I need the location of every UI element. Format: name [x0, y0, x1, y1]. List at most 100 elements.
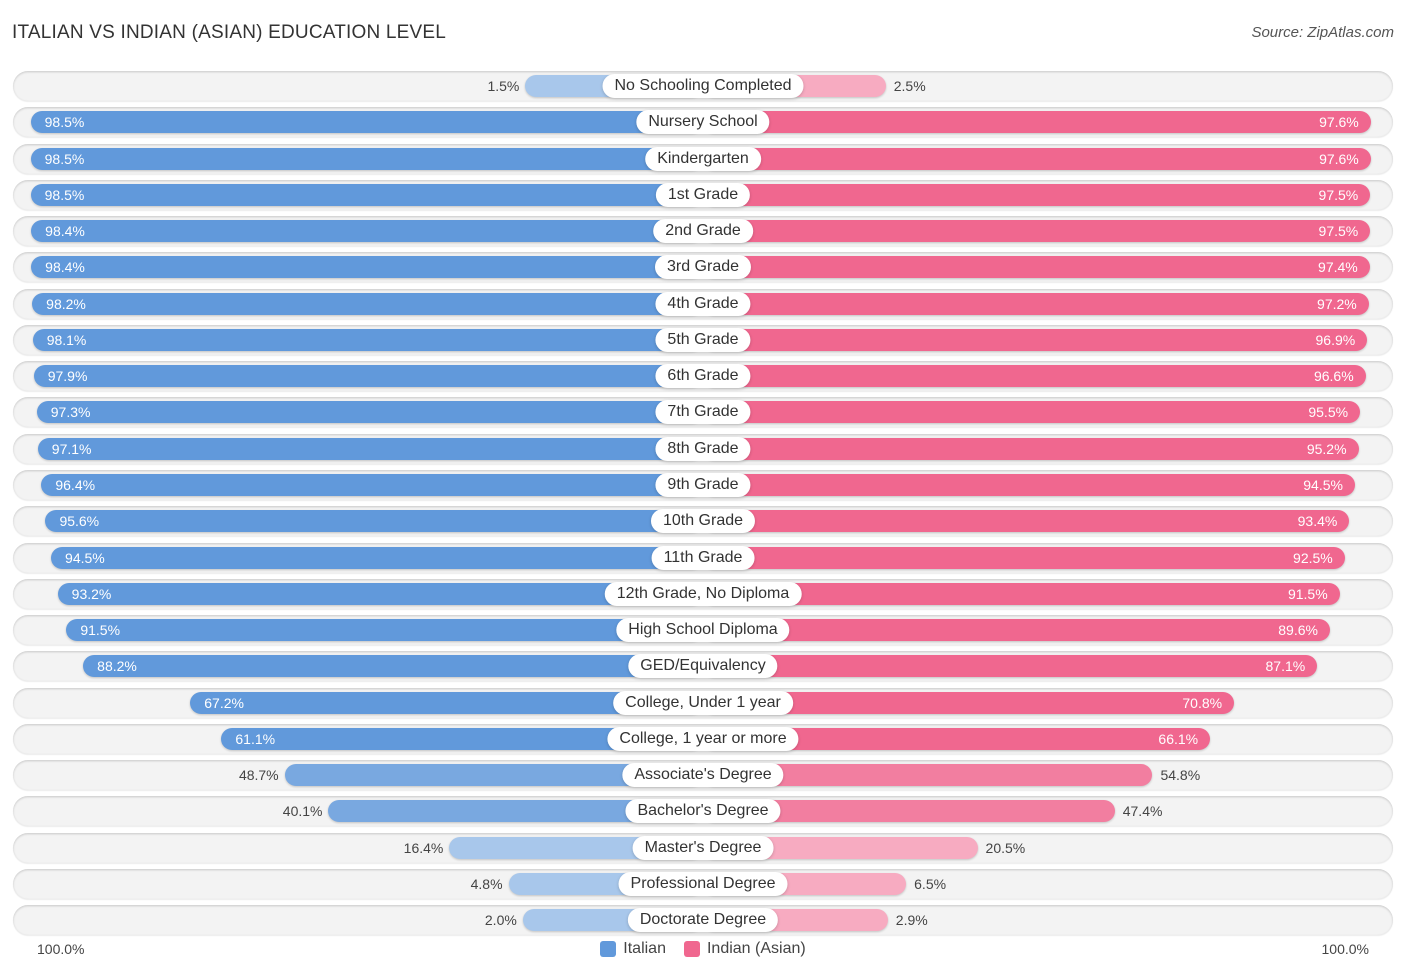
value-label-italian: 67.2% [204, 694, 244, 711]
value-label-indian-asian: 54.8% [1160, 767, 1201, 784]
chart-row: 88.2% 87.1% GED/Equivalency [13, 651, 1393, 682]
chart-row: 97.1% 95.2% 8th Grade [13, 433, 1393, 464]
bar-indian-asian [703, 256, 1370, 279]
category-label: 2nd Grade [653, 219, 753, 244]
bar-italian [45, 510, 703, 533]
value-label-indian-asian: 95.5% [1308, 404, 1349, 421]
source-label: Source: ZipAtlas.com [1251, 24, 1394, 41]
chart-row: 98.4% 97.5% 2nd Grade [13, 216, 1393, 247]
category-label: 9th Grade [655, 472, 751, 497]
value-label-italian: 95.6% [59, 513, 100, 530]
bar-indian-asian [703, 292, 1369, 315]
bar-italian [83, 655, 703, 678]
value-label-indian-asian: 2.5% [893, 78, 926, 94]
value-label-italian: 97.3% [50, 404, 91, 421]
value-label-italian: 98.5% [44, 186, 85, 203]
bar-indian-asian [703, 619, 1330, 642]
value-label-indian-asian: 92.5% [1293, 549, 1333, 566]
value-label-indian-asian: 89.6% [1278, 622, 1318, 639]
bar-indian-asian [703, 365, 1366, 388]
bar-indian-asian [703, 220, 1371, 243]
value-label-italian: 2.0% [484, 912, 517, 929]
value-label-italian: 40.1% [282, 803, 323, 820]
bar-indian-asian [703, 510, 1350, 533]
category-label: GED/Equivalency [628, 654, 778, 679]
value-label-italian: 98.5% [44, 114, 85, 131]
value-label-italian: 98.2% [46, 295, 86, 312]
bar-italian [37, 437, 703, 460]
value-label-italian: 94.5% [65, 549, 105, 566]
category-label: 6th Grade [655, 364, 751, 389]
chart-title: ITALIAN VS INDIAN (ASIAN) EDUCATION LEVE… [12, 22, 447, 43]
value-label-italian: 48.7% [238, 767, 279, 784]
value-label-italian: 97.9% [47, 368, 88, 385]
chart-row: 67.2% 70.8% College, Under 1 year [13, 687, 1393, 718]
value-label-indian-asian: 20.5% [985, 839, 1026, 856]
chart-row: 98.5% 97.6% Kindergarten [13, 143, 1393, 174]
bar-italian [66, 619, 703, 642]
legend-swatch-italian [600, 941, 617, 957]
value-label-italian: 16.4% [403, 839, 444, 856]
category-label: 4th Grade [655, 291, 751, 316]
category-label: 3rd Grade [654, 255, 752, 280]
bar-indian-asian [703, 147, 1371, 170]
category-label: Kindergarten [645, 146, 761, 171]
legend-label-italian: Italian [623, 940, 666, 957]
chart-row: 98.1% 96.9% 5th Grade [13, 324, 1393, 355]
category-label: 5th Grade [655, 327, 751, 352]
category-label: Professional Degree [618, 871, 788, 896]
category-label: 11th Grade [651, 545, 755, 570]
category-label: Associate's Degree [622, 763, 784, 788]
bar-italian [41, 473, 703, 496]
value-label-italian: 93.2% [71, 585, 112, 602]
legend-swatch-indian [683, 941, 700, 957]
bar-indian-asian [703, 183, 1371, 206]
bar-indian-asian [703, 437, 1359, 460]
category-label: 10th Grade [650, 509, 756, 534]
chart-row: 98.5% 97.5% 1st Grade [13, 179, 1393, 210]
category-label: College, 1 year or more [607, 726, 799, 751]
value-label-indian-asian: 96.9% [1315, 331, 1356, 348]
category-label: 7th Grade [655, 400, 751, 425]
value-label-italian: 98.1% [46, 331, 87, 348]
category-label: Doctorate Degree [627, 908, 779, 933]
bar-italian [30, 147, 703, 170]
value-label-italian: 1.5% [487, 78, 520, 94]
legend-label-indian: Indian (Asian) [706, 940, 806, 957]
value-label-italian: 96.4% [55, 476, 96, 493]
category-label: 8th Grade [655, 436, 751, 461]
value-label-indian-asian: 70.8% [1182, 694, 1223, 711]
bar-italian [32, 292, 703, 315]
chart-row: 16.4% 20.5% Master's Degree [13, 832, 1393, 863]
chart-row: 48.7% 54.8% Associate's Degree [13, 760, 1393, 791]
bar-italian [51, 546, 703, 569]
value-label-italian: 97.1% [51, 440, 92, 457]
legend-item-italian: Italian [600, 940, 666, 958]
bar-indian-asian [703, 328, 1368, 351]
value-label-indian-asian: 94.5% [1303, 476, 1343, 493]
bar-italian [31, 220, 703, 243]
chart-row: 98.4% 97.4% 3rd Grade [13, 252, 1393, 283]
value-label-italian: 91.5% [80, 622, 121, 639]
value-label-indian-asian: 91.5% [1287, 585, 1328, 602]
bar-italian [30, 183, 703, 206]
value-label-italian: 98.5% [44, 150, 85, 167]
chart-row: 1.5% 2.5% No Schooling Completed [13, 71, 1393, 101]
bar-italian [33, 365, 703, 388]
bar-indian-asian [703, 111, 1371, 134]
category-label: 12th Grade, No Diploma [604, 581, 802, 606]
value-label-indian-asian: 96.6% [1313, 368, 1354, 385]
value-label-indian-asian: 97.6% [1319, 150, 1359, 167]
value-label-italian: 98.4% [45, 223, 85, 240]
value-label-indian-asian: 97.5% [1318, 186, 1359, 203]
value-label-indian-asian: 47.4% [1122, 803, 1163, 820]
chart-row: 95.6% 93.4% 10th Grade [13, 506, 1393, 537]
chart-row: 40.1% 47.4% Bachelor's Degree [13, 796, 1393, 827]
chart-row: 61.1% 66.1% College, 1 year or more [13, 723, 1393, 754]
value-label-indian-asian: 6.5% [914, 875, 947, 892]
value-label-indian-asian: 97.6% [1319, 114, 1359, 131]
value-label-italian: 98.4% [45, 259, 85, 276]
chart-row: 94.5% 92.5% 11th Grade [13, 542, 1393, 573]
value-label-italian: 61.1% [235, 730, 276, 747]
value-label-indian-asian: 95.2% [1306, 440, 1347, 457]
